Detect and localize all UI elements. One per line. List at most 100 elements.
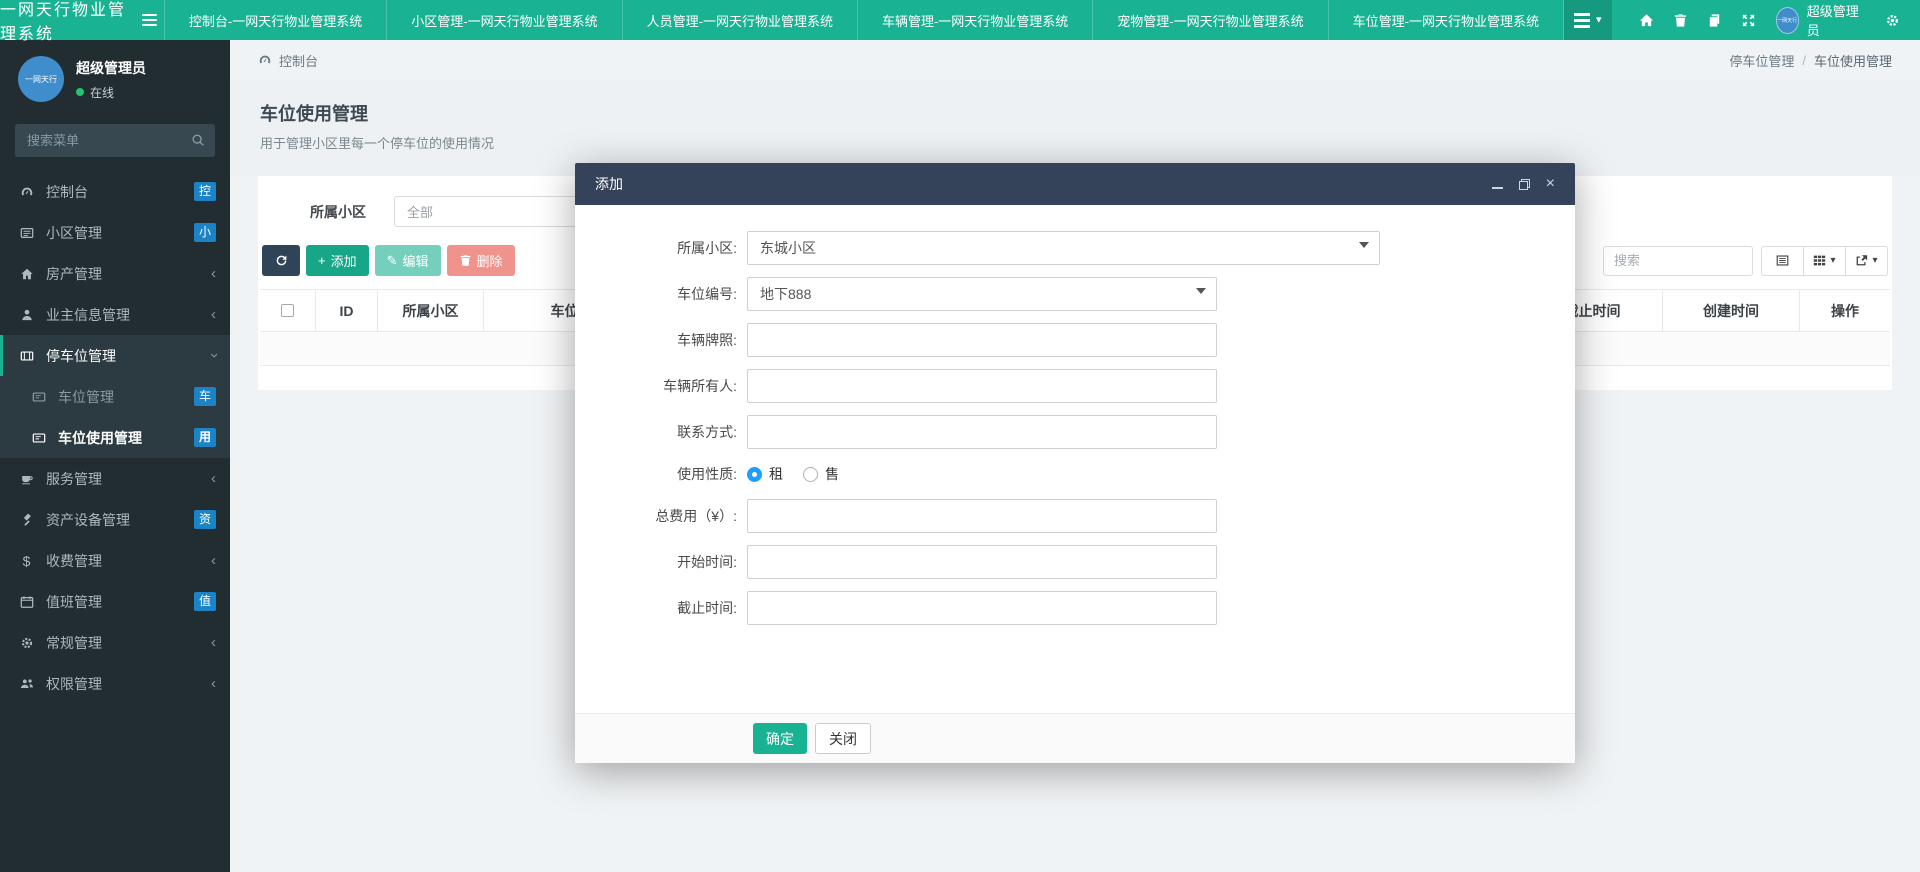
plate-label: 车辆牌照: xyxy=(575,330,747,350)
community-label: 所属小区: xyxy=(575,238,747,258)
chevron-left-icon: ‹ xyxy=(211,471,216,486)
sidebar-item-parking-usage[interactable]: 车位使用管理 用 xyxy=(0,417,230,458)
maximize-icon[interactable] xyxy=(1519,179,1530,190)
breadcrumb-separator: / xyxy=(1802,53,1806,68)
edit-button[interactable]: ✎ 编辑 xyxy=(375,245,441,276)
start-time-input[interactable] xyxy=(747,545,1217,579)
card-icon xyxy=(30,390,47,404)
select-all-checkbox[interactable] xyxy=(281,304,294,317)
minimize-icon[interactable] xyxy=(1492,180,1503,189)
table-toolbar-right: ▾ ▾ xyxy=(1603,246,1888,276)
user-name[interactable]: 超级管理员 xyxy=(1807,1,1862,39)
col-actions: 操作 xyxy=(1800,290,1890,331)
sidebar-item-fees[interactable]: $ 收费管理 ‹ xyxy=(0,540,230,581)
nav-tab-strip: 控制台-一网天行物业管理系统 小区管理-一网天行物业管理系统 人员管理-一网天行… xyxy=(164,0,1564,40)
nav-tab-personnel[interactable]: 人员管理-一网天行物业管理系统 xyxy=(622,0,857,40)
sidebar-avatar: 一网天行 xyxy=(18,56,64,102)
close-icon[interactable]: × xyxy=(1546,176,1555,192)
sidebar-item-service[interactable]: 服务管理 ‹ xyxy=(0,458,230,499)
breadcrumb-home[interactable]: 控制台 xyxy=(258,51,318,70)
nav-tab-community[interactable]: 小区管理-一网天行物业管理系统 xyxy=(386,0,621,40)
nav-tab-pet[interactable]: 宠物管理-一网天行物业管理系统 xyxy=(1092,0,1327,40)
users-icon xyxy=(18,677,35,691)
radio-unselected-icon xyxy=(803,467,818,482)
columns-button[interactable]: ▾ xyxy=(1803,246,1846,276)
sidebar-item-dashboard[interactable]: 控制台 控 xyxy=(0,171,230,212)
cancel-button[interactable]: 关闭 xyxy=(815,723,871,754)
detail-view-button[interactable] xyxy=(1761,246,1804,276)
sidebar: 一网天行 超级管理员 在线 控制台 控 小区管理 小 xyxy=(0,40,230,872)
sidebar-item-property[interactable]: 房产管理 ‹ xyxy=(0,253,230,294)
page-title: 车位使用管理 xyxy=(260,100,1890,126)
documents-icon[interactable] xyxy=(1698,13,1732,28)
dialog-title: 添加 xyxy=(595,174,623,194)
chevron-left-icon: ‹ xyxy=(211,635,216,650)
app-page: 一网天行物业管理系统 控制台-一网天行物业管理系统 小区管理-一网天行物业管理系… xyxy=(0,0,1920,872)
usage-rent-radio[interactable]: 租 xyxy=(747,464,783,484)
breadcrumb-parent[interactable]: 停车位管理 xyxy=(1729,51,1794,70)
coffee-icon xyxy=(18,472,35,486)
dialog-body: 所属小区: 东城小区 车位编号: 地下888 车辆牌照: 车辆所有人: xyxy=(575,205,1575,625)
menu-badge: 资 xyxy=(194,510,216,528)
dialog-titlebar[interactable]: 添加 × xyxy=(575,163,1575,205)
page-header: 车位使用管理 用于管理小区里每一个停车位的使用情况 xyxy=(230,80,1920,176)
trash-icon xyxy=(459,254,472,267)
columns-grid-icon xyxy=(1813,254,1826,267)
app-logo[interactable]: 一网天行物业管理系统 xyxy=(0,0,136,40)
fullscreen-icon[interactable] xyxy=(1732,13,1766,28)
space-number-label: 车位编号: xyxy=(575,284,747,304)
delete-button[interactable]: 删除 xyxy=(447,245,515,276)
owner-label: 车辆所有人: xyxy=(575,376,747,396)
card-icon xyxy=(30,431,47,445)
sidebar-item-duty[interactable]: 值班管理 值 xyxy=(0,581,230,622)
home-icon[interactable] xyxy=(1630,13,1664,28)
trash-icon[interactable] xyxy=(1664,13,1698,28)
tabs-menu-button[interactable]: ▾ xyxy=(1564,0,1612,40)
add-button[interactable]: + 添加 xyxy=(306,245,369,276)
parking-submenu: 车位管理 车 车位使用管理 用 xyxy=(0,376,230,458)
chevron-left-icon: ‹ xyxy=(211,676,216,691)
plus-icon: + xyxy=(318,253,326,268)
sidebar-item-community[interactable]: 小区管理 小 xyxy=(0,212,230,253)
sidebar-item-general[interactable]: 常规管理 ‹ xyxy=(0,622,230,663)
nav-tab-vehicle[interactable]: 车辆管理-一网天行物业管理系统 xyxy=(857,0,1092,40)
sidebar-item-assets[interactable]: 资产设备管理 资 xyxy=(0,499,230,540)
filter-label: 所属小区 xyxy=(310,202,366,222)
settings-gears-icon[interactable] xyxy=(1876,13,1910,28)
calendar-icon xyxy=(18,595,35,609)
community-select[interactable]: 东城小区 xyxy=(747,231,1380,265)
sidebar-item-parking-space[interactable]: 车位管理 车 xyxy=(0,376,230,417)
caret-down-icon: ▾ xyxy=(1596,15,1602,26)
usage-sale-radio[interactable]: 售 xyxy=(803,464,839,484)
sidebar-item-permissions[interactable]: 权限管理 ‹ xyxy=(0,663,230,704)
nav-tab-parking[interactable]: 车位管理-一网天行物业管理系统 xyxy=(1328,0,1564,40)
total-fee-input[interactable] xyxy=(747,499,1217,533)
refresh-button[interactable] xyxy=(262,245,300,276)
start-time-label: 开始时间: xyxy=(575,552,747,572)
confirm-button[interactable]: 确定 xyxy=(753,723,807,754)
owner-input[interactable] xyxy=(747,369,1217,403)
sidebar-search xyxy=(15,124,215,157)
contact-input[interactable] xyxy=(747,415,1217,449)
page-subtitle: 用于管理小区里每一个停车位的使用情况 xyxy=(260,133,1890,152)
table-search-input[interactable] xyxy=(1603,246,1753,276)
online-dot-icon xyxy=(76,88,84,96)
refresh-icon xyxy=(275,254,288,267)
export-button[interactable]: ▾ xyxy=(1845,246,1888,276)
sidebar-user-status: 在线 xyxy=(76,84,146,101)
sidebar-item-parking[interactable]: 停车位管理 ‹ xyxy=(0,335,230,376)
sidebar-item-owner-info[interactable]: 业主信息管理 ‹ xyxy=(0,294,230,335)
sidebar-toggle-icon[interactable] xyxy=(136,0,164,40)
col-id: ID xyxy=(316,290,378,331)
navbar-right: ▾ 一网天行 超级管理员 xyxy=(1564,0,1920,40)
user-avatar[interactable]: 一网天行 xyxy=(1776,7,1799,34)
sidebar-search-input[interactable] xyxy=(15,124,215,157)
home-icon xyxy=(18,267,35,281)
sidebar-menu: 控制台 控 小区管理 小 房产管理 ‹ 业主信息管理 ‹ 停车 xyxy=(0,171,230,704)
end-time-input[interactable] xyxy=(747,591,1217,625)
plate-input[interactable] xyxy=(747,323,1217,357)
nav-tab-dashboard[interactable]: 控制台-一网天行物业管理系统 xyxy=(164,0,386,40)
caret-down-icon: ▾ xyxy=(1830,256,1835,266)
contact-label: 联系方式: xyxy=(575,422,747,442)
space-number-select[interactable]: 地下888 xyxy=(747,277,1217,311)
